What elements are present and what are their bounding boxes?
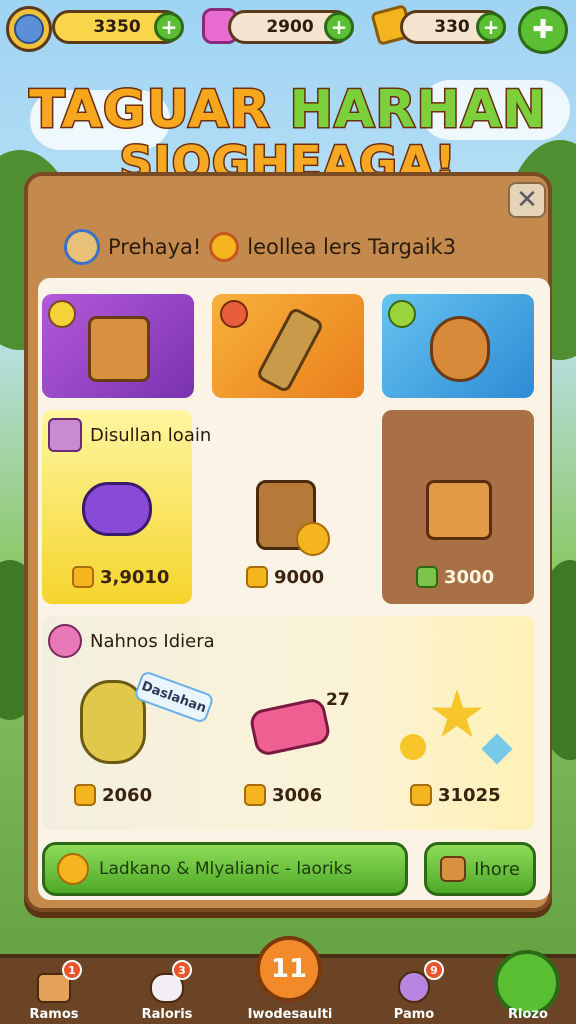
bundle-price-3-value: 31025 [438, 784, 501, 806]
nav-item-home[interactable]: 11 Iwodesaulti [232, 936, 348, 1024]
chest-icon [88, 316, 150, 382]
bundle-price-2-value: 3006 [272, 784, 323, 806]
title-word-1: TAGUAR [28, 79, 271, 142]
leaf-badge-icon [48, 624, 82, 658]
gold-coin-icon [209, 232, 240, 262]
star-icon: ★ [427, 680, 487, 753]
add-gems-button[interactable]: + [324, 12, 354, 42]
featured-price-2: 9000 [246, 566, 324, 588]
bundle-price-2: 3006 [244, 784, 322, 806]
shop-tile-creature[interactable] [382, 294, 534, 398]
bundle-2-tag: 27 [326, 690, 350, 710]
hammer-icon [255, 306, 325, 394]
coin-icon [72, 566, 94, 588]
featured-price-2-value: 9000 [274, 566, 325, 588]
gold-coin-icon [296, 522, 330, 556]
title-word-2: HARHAN [288, 79, 547, 142]
bundle-card-2[interactable]: 27 [240, 680, 370, 776]
nav-item-2[interactable]: Raloris 3 [122, 958, 212, 1024]
add-tickets-button[interactable]: + [476, 12, 506, 42]
puzzle-icon: ✚ [532, 15, 554, 45]
tag-icon [48, 300, 76, 328]
featured-price-3-value: 3000 [444, 566, 495, 588]
gem-value: 2900 [266, 17, 314, 37]
creature-icon [430, 316, 490, 382]
more-label: Ihore [474, 858, 520, 880]
bundle-card-1[interactable]: Daslahan [70, 668, 220, 776]
coin-value: 3350 [93, 17, 141, 37]
pink-bottle-icon [248, 696, 332, 758]
bundles-label: Nahnos Idiera [90, 630, 215, 652]
puzzle-menu-button[interactable]: ✚ [518, 6, 568, 54]
shop-tile-chest[interactable] [42, 294, 194, 398]
bottom-nav: Ramos 1 Raloris 3 11 Iwodesaulti Pamo 9 … [0, 936, 576, 1024]
nav-item-1-label: Ramos [29, 1007, 79, 1022]
character-icon [64, 229, 100, 265]
leaf-icon [388, 300, 416, 328]
home-center-button: 11 [256, 936, 322, 1002]
bundle-price-1-value: 2060 [102, 784, 153, 806]
ticket-value: 330 [434, 17, 470, 37]
coin-icon [74, 784, 96, 806]
box-icon [426, 480, 492, 540]
more-button[interactable]: Ihore [424, 842, 536, 896]
featured-price-1: 3,9010 [72, 566, 169, 588]
bundle-section-header: Nahnos Idiera [48, 624, 215, 658]
small-flower-icon [400, 734, 426, 760]
add-coins-button[interactable]: + [154, 12, 184, 42]
nav-item-5-label: Rlozo [508, 1007, 548, 1022]
gem-icon [416, 566, 438, 588]
coin-icon [410, 784, 432, 806]
nav-item-4-label: Pamo [393, 1007, 435, 1022]
nav-item-2-label: Raloris [141, 1007, 193, 1022]
nav-item-1[interactable]: Ramos 1 [14, 958, 94, 1024]
subtitle-text-2: leollea lers Targaik3 [247, 235, 457, 259]
coin-icon [244, 784, 266, 806]
coin-icon [57, 853, 89, 885]
close-button[interactable]: ✕ [508, 182, 546, 218]
featured-section-header: Disullan loain [48, 418, 211, 452]
shop-tile-hammer[interactable] [212, 294, 364, 398]
portrait-icon [48, 418, 82, 452]
featured-label: Disullan loain [90, 424, 212, 446]
main-offer-button[interactable]: Ladkano & Mlyalianic - laoriks [42, 842, 408, 896]
discount-icon [220, 300, 248, 328]
bundle-card-3[interactable]: ★ [394, 680, 524, 776]
top-hud: 3350 + 2900 + 330 + ✚ [0, 3, 576, 54]
nav-item-5[interactable]: Rlozo [488, 950, 568, 1024]
subtitle-text-1: Prehaya! [108, 235, 202, 259]
page-title: TAGUAR HARHAN [0, 79, 576, 142]
nav-item-4-badge: 9 [424, 960, 444, 980]
bundle-price-3: 31025 [410, 784, 501, 806]
nav-item-1-badge: 1 [62, 960, 82, 980]
bundle-price-1: 2060 [74, 784, 152, 806]
player-avatar[interactable] [6, 6, 52, 52]
featured-price-1-value: 3,9010 [100, 566, 170, 588]
potion-icon [82, 482, 152, 536]
main-offer-label: Ladkano & Mlyalianic - laoriks [99, 859, 353, 879]
featured-price-3: 3000 [416, 566, 494, 588]
nav-item-3-label: Iwodesaulti [247, 1007, 333, 1022]
bread-icon [440, 856, 467, 882]
panel-subheader: Prehaya! leollea lers Targaik3 [64, 226, 456, 268]
nav-item-4[interactable]: Pamo 9 [374, 958, 454, 1024]
nav-item-2-badge: 3 [172, 960, 192, 980]
coin-icon [246, 566, 268, 588]
